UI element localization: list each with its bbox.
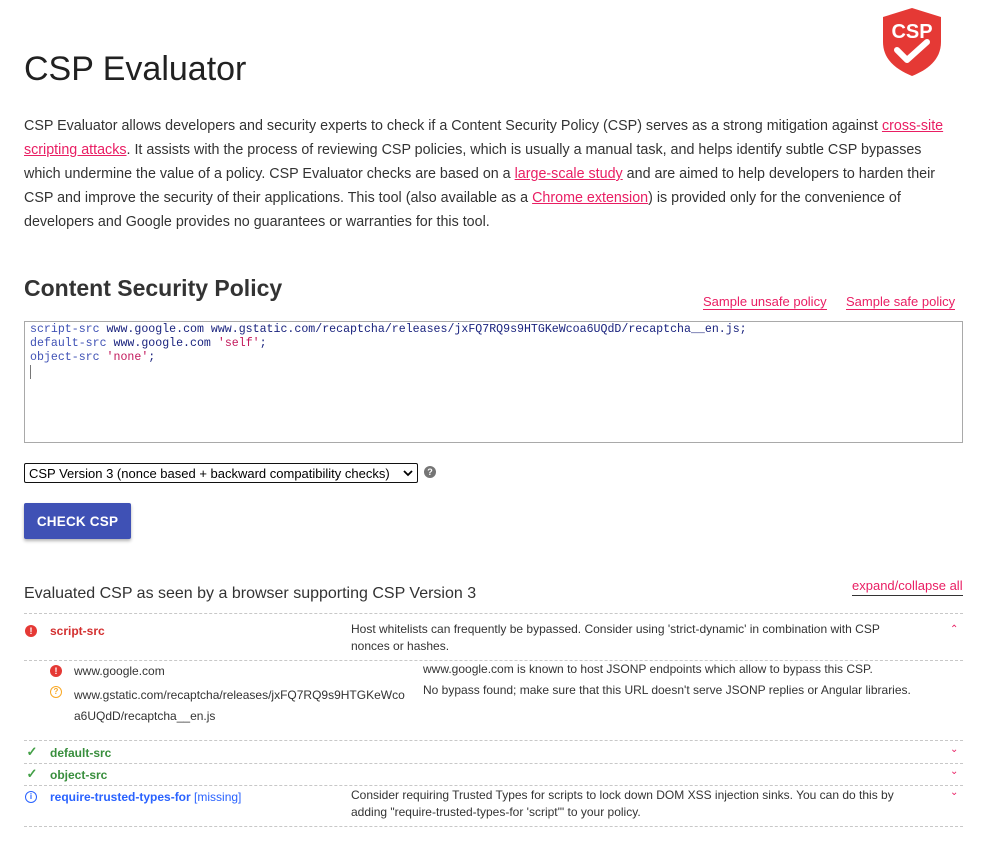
chevron-down-icon[interactable]: ⌄: [950, 744, 958, 755]
divider: [24, 763, 963, 764]
source-value: www.google.com: [74, 664, 165, 678]
error-icon: !: [25, 625, 37, 637]
csp-shield-logo: CSP: [883, 8, 941, 76]
page-title: CSP Evaluator: [24, 50, 247, 88]
chevron-up-icon[interactable]: ⌃: [950, 624, 958, 635]
source-finding: No bypass found; make sure that this URL…: [423, 683, 911, 697]
sample-safe-policy-link[interactable]: Sample safe policy: [846, 294, 956, 310]
csp-line: default-src www.google.com 'self';: [30, 337, 267, 350]
info-icon: i: [25, 791, 37, 803]
sample-unsafe-policy-link[interactable]: Sample unsafe policy: [703, 294, 827, 310]
help-icon[interactable]: ?: [424, 466, 436, 478]
divider: [24, 826, 963, 827]
large-scale-study-link[interactable]: large-scale study: [515, 166, 623, 182]
missing-badge: [missing]: [194, 790, 242, 804]
check-icon: ✓: [26, 766, 38, 781]
divider: [24, 785, 963, 786]
directive-object-src[interactable]: object-src: [50, 768, 107, 782]
divider: [24, 613, 963, 614]
expand-collapse-all-link[interactable]: expand/collapse all: [852, 577, 963, 596]
error-icon: !: [50, 665, 62, 677]
directive-require-trusted-types-for[interactable]: require-trusted-types-for [missing]: [50, 790, 241, 804]
chrome-extension-link[interactable]: Chrome extension: [532, 190, 648, 206]
intro-paragraph: CSP Evaluator allows developers and secu…: [24, 118, 944, 230]
directive-description: Host whitelists can frequently be bypass…: [351, 622, 880, 653]
text-caret: [30, 365, 31, 379]
directive-description: Consider requiring Trusted Types for scr…: [351, 788, 894, 819]
divider: [24, 740, 963, 741]
check-icon: ✓: [26, 744, 38, 759]
chevron-down-icon[interactable]: ⌄: [950, 766, 958, 777]
source-finding: www.google.com is known to host JSONP en…: [423, 662, 873, 676]
csp-line: script-src www.google.com www.gstatic.co…: [30, 323, 747, 336]
directive-script-src[interactable]: script-src: [50, 624, 105, 638]
check-csp-button[interactable]: CHECK CSP: [24, 503, 131, 539]
section-title: Content Security Policy: [24, 275, 283, 301]
chevron-down-icon: [403, 470, 413, 477]
csp-input[interactable]: script-src www.google.com www.gstatic.co…: [24, 321, 963, 443]
chevron-down-icon[interactable]: ⌄: [950, 787, 958, 798]
source-value: www.gstatic.com/recaptcha/releases/jxFQ7…: [74, 688, 405, 723]
csp-line: object-src 'none';: [30, 351, 156, 364]
evaluation-title: Evaluated CSP as seen by a browser suppo…: [24, 585, 477, 602]
csp-version-select[interactable]: CSP Version 3 (nonce based + backward co…: [24, 463, 418, 483]
directive-default-src[interactable]: default-src: [50, 746, 111, 760]
warning-icon: ?: [50, 686, 62, 698]
